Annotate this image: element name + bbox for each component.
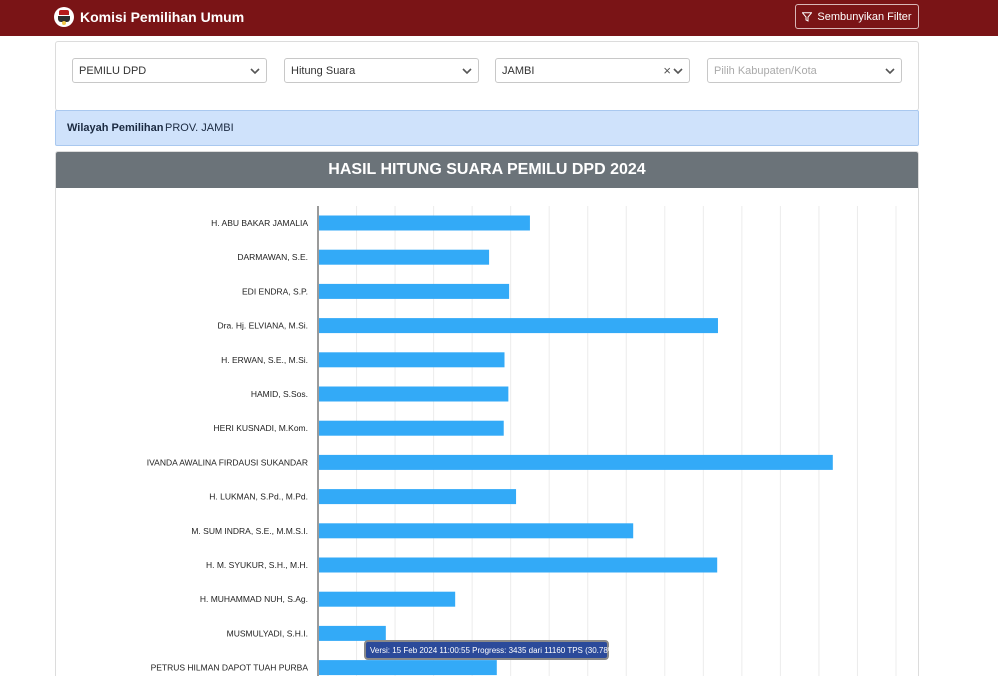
hide-filter-label: Sembunyikan Filter — [817, 10, 912, 23]
vote-bar[interactable] — [319, 660, 497, 676]
category-label: H. MUHAMMAD NUH, S.Ag. — [200, 594, 308, 604]
chevron-down-icon — [673, 68, 683, 75]
category-label: Dra. Hj. ELVIANA, M.Si. — [217, 321, 308, 331]
region-label: Wilayah Pemilihan — [67, 122, 164, 134]
vote-bar[interactable] — [319, 283, 510, 299]
kpu-logo-icon — [54, 7, 74, 27]
category-label: M. SUM INDRA, S.E., M.M.S.I. — [191, 526, 308, 536]
vote-bar[interactable] — [319, 318, 718, 334]
vote-bar[interactable] — [319, 523, 634, 539]
vote-bar[interactable] — [319, 591, 456, 607]
count-type-select[interactable]: Hitung Suara — [284, 58, 479, 83]
category-label: MUSMULYADI, S.H.I. — [227, 628, 308, 638]
vote-bar[interactable] — [319, 557, 718, 573]
progress-tooltip: Versi: 15 Feb 2024 11:00:55 Progress: 34… — [364, 640, 618, 660]
regency-select[interactable]: Pilih Kabupaten/Kota — [707, 58, 902, 83]
election-type-select[interactable]: PEMILU DPD — [72, 58, 267, 83]
brand[interactable]: Komisi Pemilihan Umum — [54, 6, 244, 28]
category-label: H. LUKMAN, S.Pd., M.Pd. — [209, 492, 308, 502]
category-label: H. ERWAN, S.E., M.Si. — [221, 355, 308, 365]
chevron-down-icon — [885, 68, 895, 75]
vote-bar[interactable] — [319, 489, 517, 505]
vote-bar[interactable] — [319, 249, 490, 265]
province-select[interactable]: JAMBI × — [495, 58, 690, 83]
hide-filter-button[interactable]: Sembunyikan Filter — [795, 4, 919, 29]
filter-card: PEMILU DPD Hitung Suara JAMBI × Pilih Ka… — [55, 41, 919, 111]
results-panel: HASIL HITUNG SUARA PEMILU DPD 2024 H. AB… — [55, 151, 919, 676]
election-type-value: PEMILU DPD — [79, 65, 147, 77]
category-label: H. M. SYUKUR, S.H., M.H. — [206, 560, 308, 570]
category-label: IVANDA AWALINA FIRDAUSI SUKANDAR — [147, 457, 308, 467]
category-label: HERI KUSNADI, M.Kom. — [214, 423, 308, 433]
vote-bar[interactable] — [319, 420, 504, 436]
vote-bar[interactable] — [319, 352, 505, 368]
top-navbar: Komisi Pemilihan Umum Sembunyikan Filter — [0, 0, 998, 36]
count-type-value: Hitung Suara — [291, 65, 356, 77]
region-value: PROV. JAMBI — [165, 122, 234, 134]
chevron-down-icon — [462, 68, 472, 75]
vote-bar[interactable] — [319, 386, 509, 402]
region-info-bar: Wilayah Pemilihan PROV. JAMBI — [55, 110, 919, 146]
clear-icon[interactable]: × — [663, 63, 671, 78]
chevron-down-icon — [250, 68, 260, 75]
regency-placeholder: Pilih Kabupaten/Kota — [714, 65, 817, 77]
category-label: DARMAWAN, S.E. — [237, 252, 308, 262]
filter-icon — [802, 11, 813, 22]
results-bar-chart: H. ABU BAKAR JAMALIA DARMAWAN, S.E. EDI EN… — [147, 206, 897, 676]
vote-bar[interactable] — [319, 215, 530, 231]
category-label: EDI ENDRA, S.P. — [242, 286, 308, 296]
category-label: HAMID, S.Sos. — [251, 389, 308, 399]
category-label: H. ABU BAKAR JAMALIA — [211, 218, 308, 228]
province-value: JAMBI — [502, 65, 535, 77]
category-label: PETRUS HILMAN DAPOT TUAH PURBA — [151, 663, 309, 673]
brand-name: Komisi Pemilihan Umum — [80, 9, 245, 25]
vote-bar[interactable] — [319, 454, 833, 470]
vote-bar[interactable] — [319, 625, 386, 641]
